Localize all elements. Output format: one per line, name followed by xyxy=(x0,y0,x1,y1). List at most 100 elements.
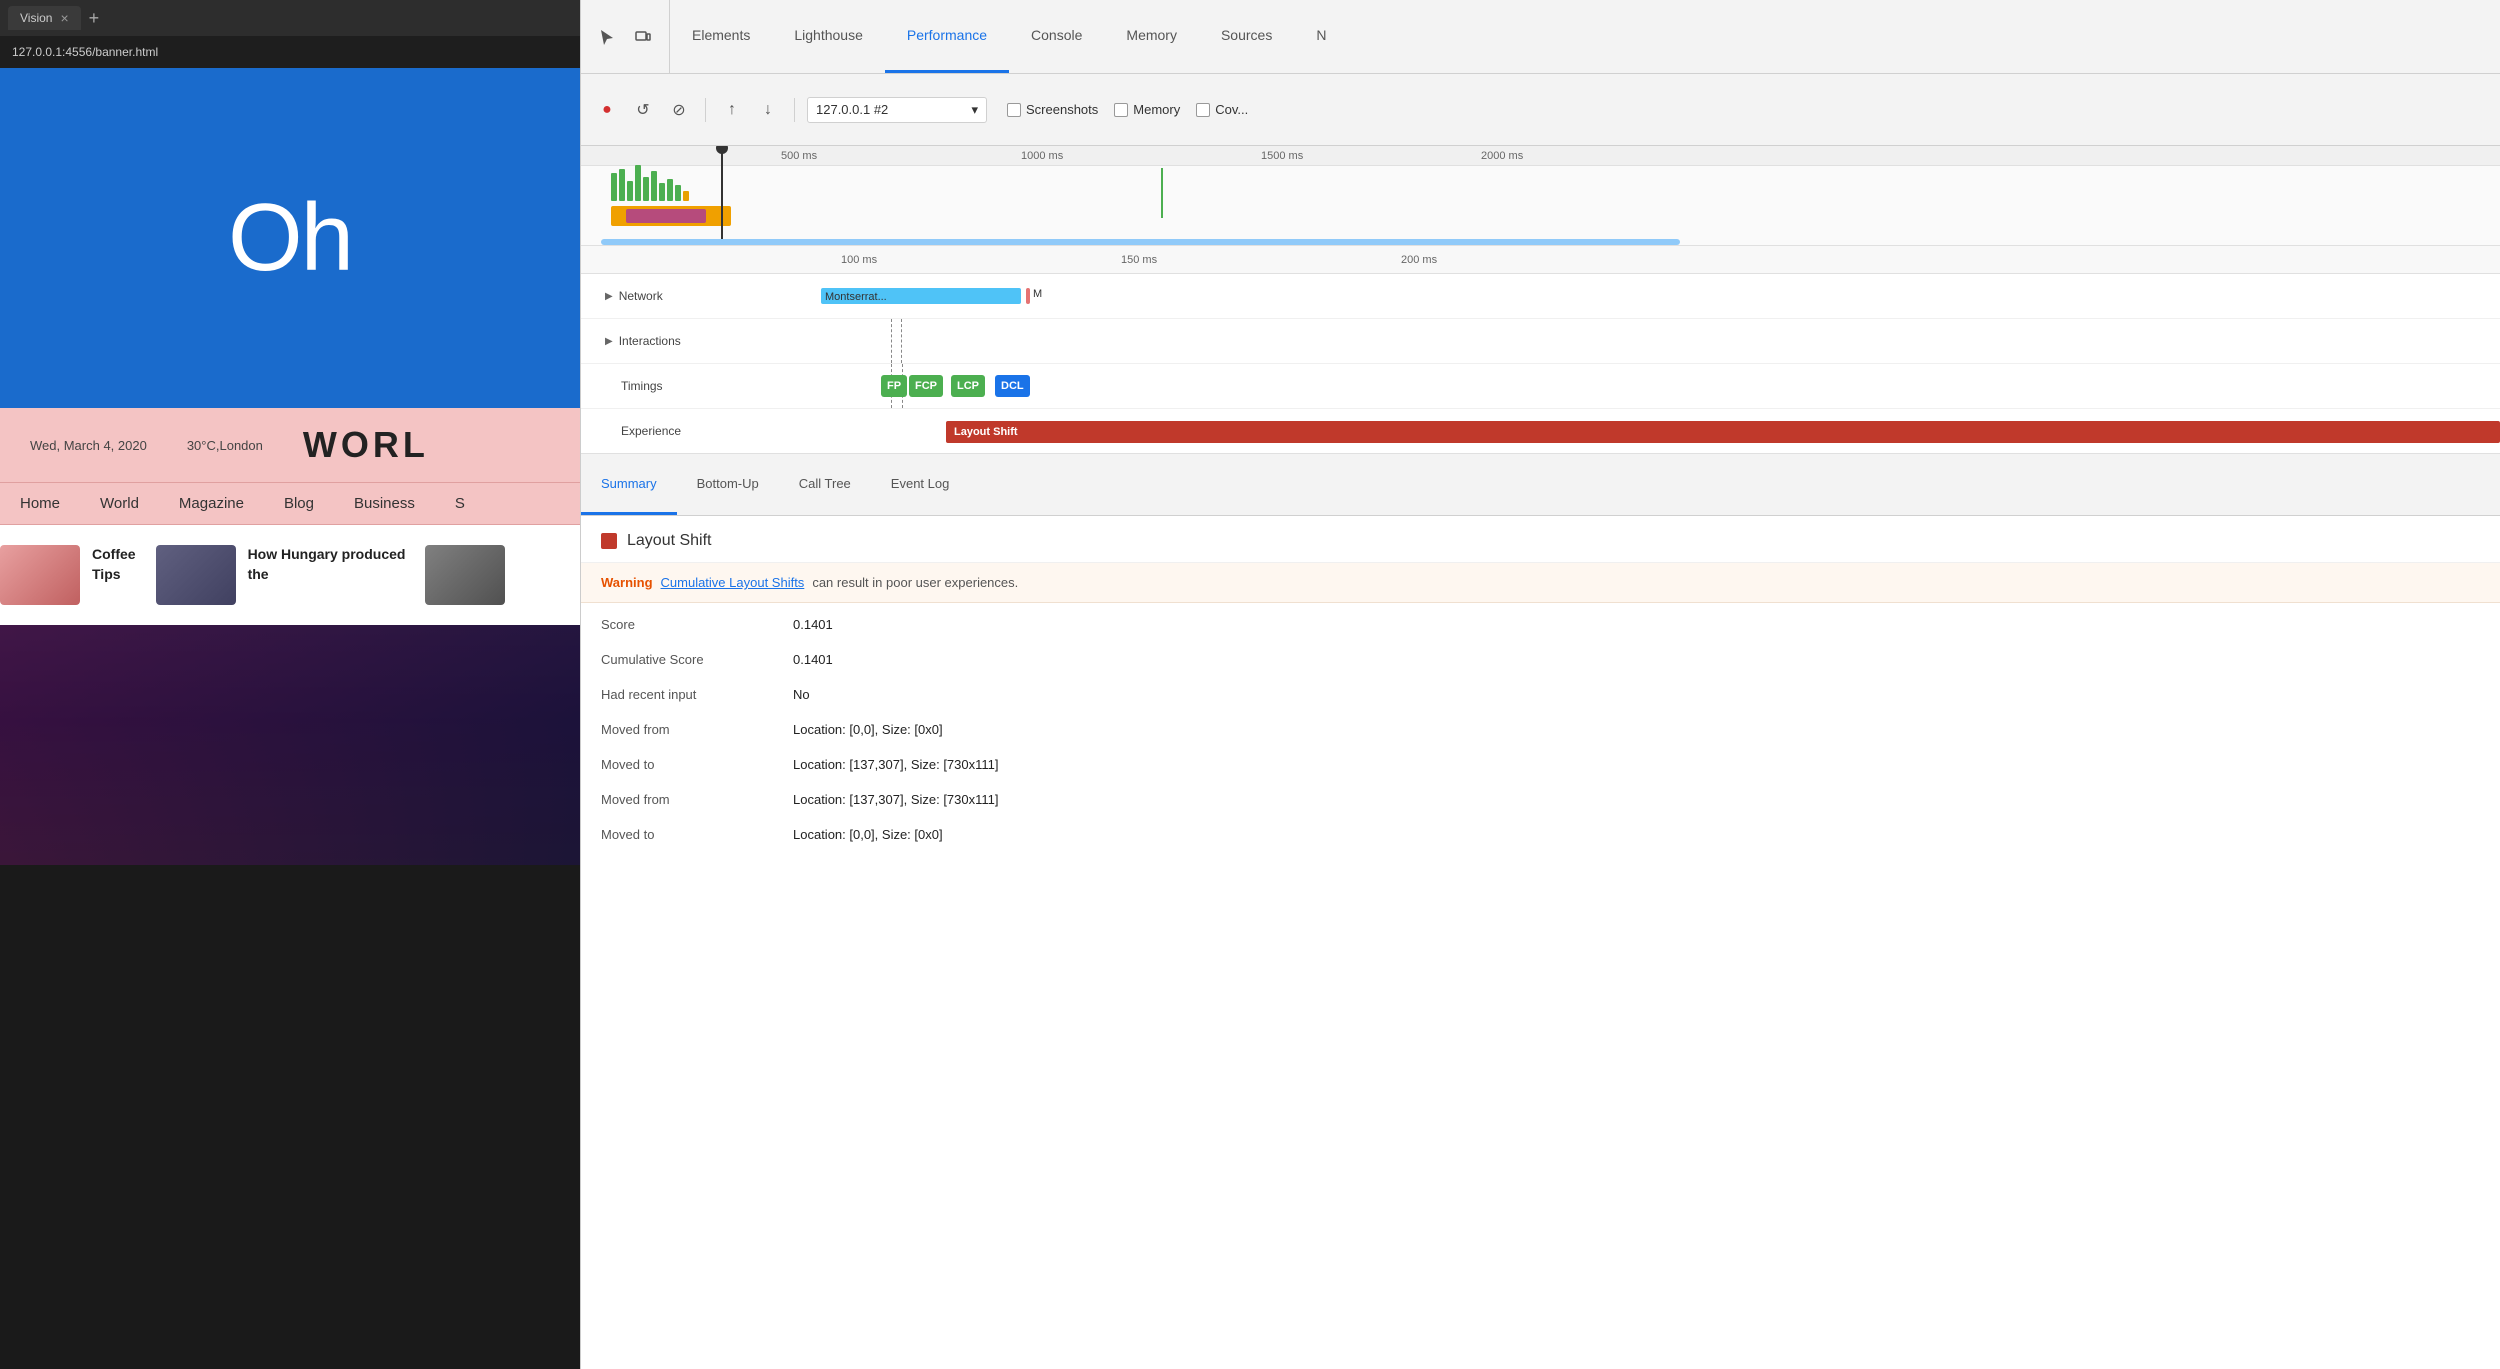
nav-business[interactable]: Business xyxy=(354,495,415,512)
nav-magazine[interactable]: Magazine xyxy=(179,495,244,512)
timeline-activity xyxy=(611,201,2490,231)
warning-link[interactable]: Cumulative Layout Shifts xyxy=(661,575,805,590)
activity-purple xyxy=(626,209,706,223)
nav-blog[interactable]: Blog xyxy=(284,495,314,512)
toolbar-separator xyxy=(705,98,706,122)
upload-button[interactable]: ↑ xyxy=(718,96,746,124)
experience-track: Experience Layout Shift xyxy=(581,409,2500,454)
tab-call-tree[interactable]: Call Tree xyxy=(779,454,871,515)
download-button[interactable]: ↓ xyxy=(754,96,782,124)
mini-bar-8 xyxy=(667,179,673,201)
detail-panel: Layout Shift Warning Cumulative Layout S… xyxy=(581,516,2500,1369)
timing-fcp[interactable]: FCP xyxy=(909,375,943,397)
detail-ruler-150ms: 150 ms xyxy=(1121,254,1157,266)
tab-sources[interactable]: Sources xyxy=(1199,0,1294,73)
moved-to-2-key: Moved to xyxy=(601,827,781,842)
network-bar-m[interactable] xyxy=(1026,288,1030,304)
detail-title: Layout Shift xyxy=(627,532,712,550)
target-selector[interactable]: 127.0.0.1 #2 ▾ xyxy=(807,97,987,123)
tab-lighthouse[interactable]: Lighthouse xyxy=(772,0,885,73)
reload-button[interactable]: ↺ xyxy=(629,96,657,124)
checkbox-group: Screenshots Memory Cov... xyxy=(1007,102,1248,117)
network-bar-montserrat[interactable]: Montserrat... xyxy=(821,288,1021,304)
timeline-selection-bar[interactable] xyxy=(601,239,1680,245)
toolbar-separator-2 xyxy=(794,98,795,122)
timeline-overview[interactable]: 500 ms 1000 ms 1500 ms 2000 ms xyxy=(581,146,2500,246)
timing-fp[interactable]: FP xyxy=(881,375,907,397)
tab-title: Vision xyxy=(20,11,52,25)
detail-row-moved-to-1: Moved to Location: [137,307], Size: [730… xyxy=(581,747,2500,782)
coverage-checkbox[interactable]: Cov... xyxy=(1196,102,1248,117)
timing-lcp[interactable]: LCP xyxy=(951,375,985,397)
screenshots-checkbox-box[interactable] xyxy=(1007,103,1021,117)
coverage-label: Cov... xyxy=(1215,102,1248,117)
detail-row-moved-from-2: Moved from Location: [137,307], Size: [7… xyxy=(581,782,2500,817)
tab-console[interactable]: Console xyxy=(1009,0,1104,73)
warning-label: Warning xyxy=(601,575,653,590)
new-tab-button[interactable]: + xyxy=(89,8,100,29)
browser-tab[interactable]: Vision × xyxy=(8,6,81,30)
dashed-line-2 xyxy=(901,319,902,363)
memory-checkbox[interactable]: Memory xyxy=(1114,102,1180,117)
score-val: 0.1401 xyxy=(793,617,833,632)
interactions-track-content xyxy=(761,319,2500,363)
moved-from-1-val: Location: [0,0], Size: [0x0] xyxy=(793,722,943,737)
target-selector-label: 127.0.0.1 #2 xyxy=(816,102,888,117)
timeline-scrubber[interactable] xyxy=(721,146,723,245)
interactions-track-label: ▶ Interactions xyxy=(581,334,761,348)
tab-more[interactable]: N xyxy=(1294,0,1348,73)
hero-section: Oh xyxy=(0,68,580,408)
devtools-toolbar: ● ↺ ⊘ ↑ ↓ 127.0.0.1 #2 ▾ Screenshots Mem… xyxy=(581,74,2500,146)
url-text: 127.0.0.1:4556/banner.html xyxy=(12,45,158,59)
moved-from-1-key: Moved from xyxy=(601,722,781,737)
interactions-label-text: Interactions xyxy=(619,334,681,348)
nav-world[interactable]: World xyxy=(100,495,139,512)
detail-row-moved-to-2: Moved to Location: [0,0], Size: [0x0] xyxy=(581,817,2500,852)
detail-row-moved-from-1: Moved from Location: [0,0], Size: [0x0] xyxy=(581,712,2500,747)
mini-bar-2 xyxy=(619,169,625,201)
news-cards: CoffeeTips How Hungary producedthe xyxy=(0,525,580,605)
news-card-3 xyxy=(425,545,525,605)
tab-elements[interactable]: Elements xyxy=(670,0,772,73)
mini-bar-4 xyxy=(635,165,641,201)
cursor-icon[interactable] xyxy=(593,23,621,51)
nav-home[interactable]: Home xyxy=(20,495,60,512)
mini-bar-1 xyxy=(611,173,617,201)
score-key: Score xyxy=(601,617,781,632)
clear-button[interactable]: ⊘ xyxy=(665,96,693,124)
devtools-nav: Elements Lighthouse Performance Console … xyxy=(581,0,2500,74)
tab-event-log[interactable]: Event Log xyxy=(871,454,970,515)
tab-close-icon[interactable]: × xyxy=(60,10,68,26)
nav-bar: Home World Magazine Blog Business S xyxy=(0,483,580,525)
webpage-panel: Vision × + 127.0.0.1:4556/banner.html Oh… xyxy=(0,0,580,1369)
bottom-image-overlay xyxy=(0,625,580,865)
ruler-1000ms: 1000 ms xyxy=(1021,150,1063,162)
tab-summary[interactable]: Summary xyxy=(581,454,677,515)
network-label-text: Network xyxy=(619,289,663,303)
screenshots-checkbox[interactable]: Screenshots xyxy=(1007,102,1098,117)
network-expand-icon[interactable]: ▶ xyxy=(605,291,613,302)
memory-checkbox-box[interactable] xyxy=(1114,103,1128,117)
news-card-1: CoffeeTips xyxy=(0,545,156,605)
coverage-checkbox-box[interactable] xyxy=(1196,103,1210,117)
devtools-nav-icons xyxy=(581,0,670,73)
tab-memory[interactable]: Memory xyxy=(1104,0,1199,73)
detail-ruler-200ms: 200 ms xyxy=(1401,254,1437,266)
address-bar[interactable]: 127.0.0.1:4556/banner.html xyxy=(0,36,580,68)
news-date: Wed, March 4, 2020 xyxy=(30,438,147,453)
chevron-down-icon: ▾ xyxy=(971,102,978,118)
detail-ruler: 100 ms 150 ms 200 ms xyxy=(581,246,2500,274)
recent-input-val: No xyxy=(793,687,810,702)
record-button[interactable]: ● xyxy=(593,96,621,124)
devices-icon[interactable] xyxy=(629,23,657,51)
nav-more[interactable]: S xyxy=(455,495,465,512)
tab-performance[interactable]: Performance xyxy=(885,0,1009,73)
timing-dcl[interactable]: DCL xyxy=(995,375,1030,397)
layout-shift-bar[interactable]: Layout Shift xyxy=(946,421,2500,443)
news-card-image-1 xyxy=(0,545,80,605)
detail-row-recent-input: Had recent input No xyxy=(581,677,2500,712)
interactions-expand-icon[interactable]: ▶ xyxy=(605,336,613,347)
tab-bottom-up[interactable]: Bottom-Up xyxy=(677,454,779,515)
news-card-image-3 xyxy=(425,545,505,605)
recent-input-key: Had recent input xyxy=(601,687,781,702)
